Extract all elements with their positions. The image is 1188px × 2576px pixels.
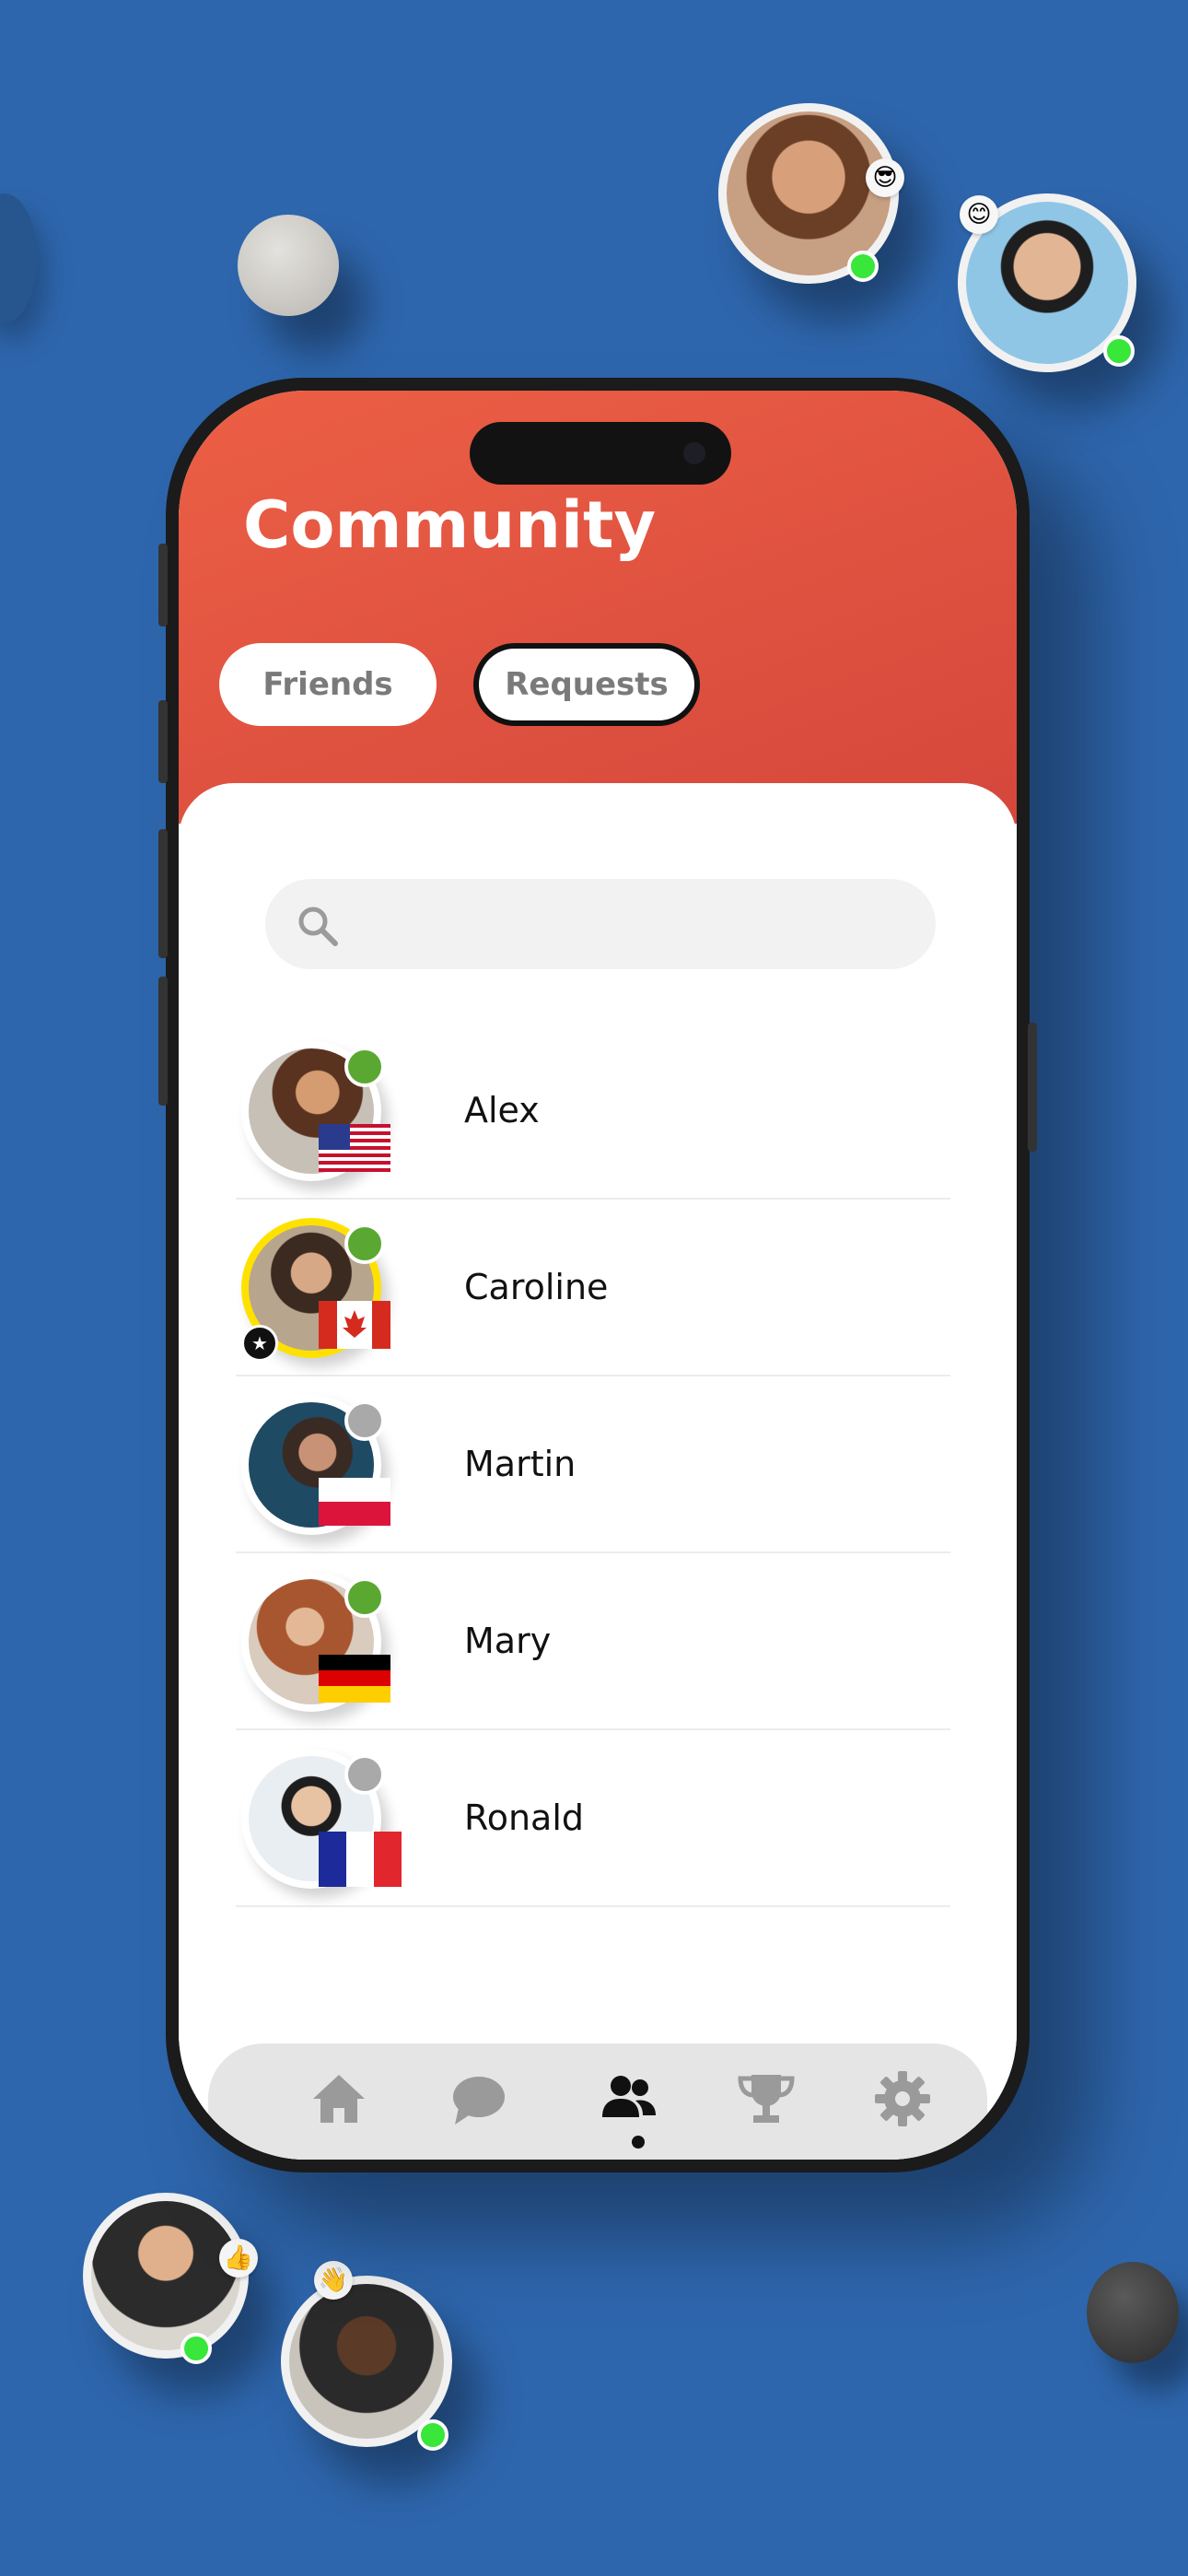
search-icon — [298, 907, 338, 946]
page-title: Community — [243, 487, 657, 563]
friend-name: Alex — [464, 1090, 540, 1130]
phone-side-button — [1028, 1023, 1037, 1152]
phone-side-button — [158, 700, 168, 783]
phone-side-button — [158, 829, 168, 958]
poland-flag-icon — [319, 1478, 390, 1526]
avatar — [241, 1395, 390, 1535]
online-status-dot — [847, 251, 879, 282]
floating-avatar: 👍 — [83, 2193, 258, 2364]
friend-name: Ronald — [464, 1797, 584, 1838]
offline-status-dot — [344, 1754, 385, 1795]
online-status-dot — [344, 1047, 385, 1087]
canada-flag-icon — [319, 1301, 390, 1349]
background-disc — [238, 215, 339, 316]
online-status-dot — [417, 2419, 448, 2451]
phone-side-button — [158, 544, 168, 626]
community-icon[interactable] — [599, 2069, 658, 2128]
emoji-badge: 😎 — [866, 158, 904, 197]
home-icon[interactable] — [309, 2069, 368, 2128]
background-disc — [1087, 2262, 1179, 2363]
list-item[interactable]: Mary — [236, 1553, 950, 1730]
avatar-photo — [289, 2284, 444, 2439]
france-flag-icon — [319, 1832, 402, 1887]
settings-icon[interactable] — [873, 2069, 932, 2128]
active-indicator — [632, 2136, 645, 2149]
avatar: ★ — [241, 1218, 390, 1362]
dynamic-island — [470, 422, 731, 485]
chat-icon[interactable] — [449, 2069, 508, 2128]
star-icon: ★ — [241, 1325, 278, 1362]
phone-side-button — [158, 977, 168, 1106]
list-item[interactable]: Martin — [236, 1376, 950, 1553]
phone-frame: Community Friends Requests Alex ★ Caroli… — [158, 378, 1037, 2172]
emoji-badge: 👍 — [219, 2239, 258, 2277]
avatar — [241, 1749, 402, 1889]
avatar — [241, 1041, 390, 1181]
camera-icon — [683, 442, 705, 464]
friend-list: Alex ★ Caroline Martin Mary Ronald — [236, 1023, 950, 1907]
avatar — [241, 1572, 390, 1712]
search-input[interactable] — [265, 879, 936, 969]
online-status-dot — [344, 1224, 385, 1264]
friend-name: Caroline — [464, 1267, 609, 1307]
tab-friends[interactable]: Friends — [219, 643, 437, 726]
germany-flag-icon — [319, 1655, 390, 1703]
list-item[interactable]: Ronald — [236, 1730, 950, 1907]
floating-avatar: 👋 — [281, 2261, 452, 2451]
floating-avatar: 😊 — [958, 193, 1136, 372]
floating-avatar: 😎 — [718, 103, 904, 284]
emoji-badge: 😊 — [960, 195, 998, 234]
header: Community Friends Requests — [179, 391, 1017, 824]
friend-name: Mary — [464, 1621, 552, 1661]
online-status-dot — [344, 1577, 385, 1618]
us-flag-icon — [319, 1124, 390, 1172]
phone-screen: Community Friends Requests Alex ★ Caroli… — [179, 391, 1017, 2160]
list-item[interactable]: Alex — [236, 1023, 950, 1200]
trophy-icon[interactable] — [737, 2069, 796, 2128]
tab-requests[interactable]: Requests — [473, 643, 700, 726]
bottom-nav — [208, 2043, 987, 2160]
list-item[interactable]: ★ Caroline — [236, 1200, 950, 1376]
online-status-dot — [181, 2333, 212, 2364]
avatar-photo — [91, 2201, 240, 2350]
background-disc — [0, 193, 37, 322]
friend-name: Martin — [464, 1444, 577, 1484]
emoji-badge: 👋 — [314, 2261, 353, 2300]
offline-status-dot — [344, 1400, 385, 1441]
online-status-dot — [1103, 335, 1135, 367]
